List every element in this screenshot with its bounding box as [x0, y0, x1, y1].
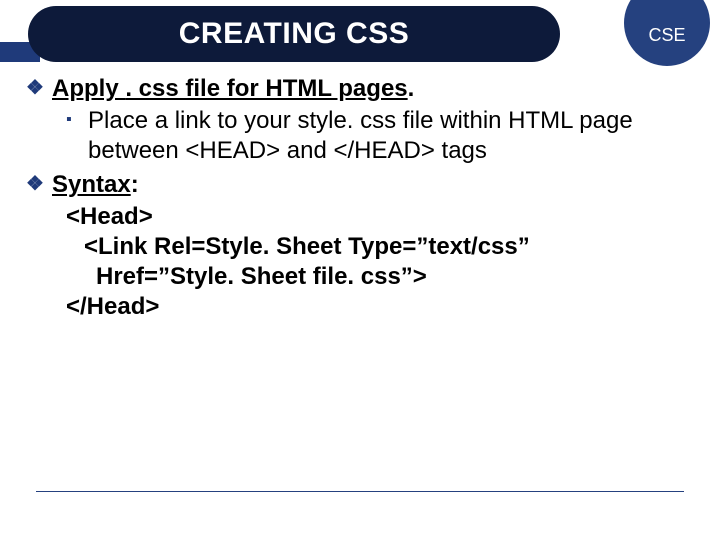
- syntax-code-block: <Head> <Link Rel=Style. Sheet Type=”text…: [26, 202, 694, 322]
- diamond-icon: ❖: [26, 172, 44, 197]
- bullet-apply-tail: .: [408, 75, 415, 102]
- bullet-apply-sub: ▪ Place a link to your style. css file w…: [26, 106, 694, 166]
- bullet-syntax: ❖ Syntax:: [26, 170, 694, 200]
- syntax-line-3: Href=”Style. Sheet file. css”>: [66, 262, 694, 292]
- syntax-line-1: <Head>: [66, 202, 694, 232]
- slide: CREATING CSS CSE ❖ Apply . css file for …: [0, 0, 720, 540]
- content-area: ❖ Apply . css file for HTML pages. ▪ Pla…: [26, 74, 694, 322]
- syntax-line-4: </Head>: [66, 292, 694, 322]
- title-pill: CREATING CSS: [28, 6, 560, 62]
- course-badge: CSE: [624, 0, 710, 66]
- bullet-syntax-colon: :: [131, 171, 139, 198]
- diamond-icon: ❖: [26, 76, 44, 101]
- course-badge-label: CSE: [648, 25, 685, 46]
- syntax-line-2: <Link Rel=Style. Sheet Type=”text/css”: [66, 232, 694, 262]
- bullet-apply-lead: Apply: [52, 75, 125, 102]
- divider-line: [36, 491, 684, 492]
- square-icon: ▪: [66, 110, 72, 130]
- bullet-apply-text: . css file for HTML pages: [125, 75, 407, 102]
- bullet-apply-sub-text: Place a link to your style. css file wit…: [88, 107, 633, 164]
- slide-title: CREATING CSS: [179, 17, 409, 51]
- bullet-apply: ❖ Apply . css file for HTML pages.: [26, 74, 694, 104]
- bullet-syntax-label: Syntax: [52, 171, 131, 198]
